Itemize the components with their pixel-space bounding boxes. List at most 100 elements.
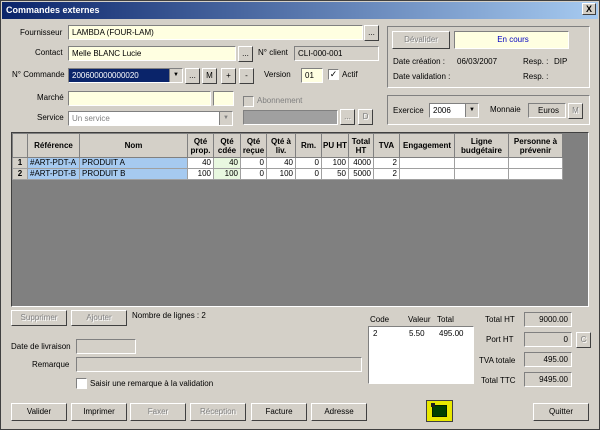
cell-qte-cdee[interactable]: 100 — [213, 168, 241, 180]
port-ht-c-button[interactable]: C — [576, 332, 591, 348]
grid-header-engagement[interactable]: Engagement — [399, 133, 455, 158]
remarque-field[interactable] — [76, 357, 362, 372]
cell-engagement[interactable] — [399, 168, 455, 180]
resp-label: Resp. : — [523, 57, 549, 66]
grid-header-personne[interactable]: Personne à prévenir — [508, 133, 563, 158]
supprimer-button[interactable]: Supprimer — [11, 310, 67, 326]
monnaie-m-button[interactable]: M — [568, 103, 583, 119]
cell-rm[interactable]: 0 — [295, 168, 322, 180]
cell-ligne-budgetaire[interactable] — [454, 168, 509, 180]
grid-header-reference[interactable]: Référence — [27, 133, 80, 158]
cell-qte-cdee[interactable]: 40 — [213, 157, 241, 169]
cell-nom[interactable]: PRODUIT A — [79, 157, 188, 169]
nclient-label: N° client — [258, 48, 288, 57]
creation-value: 06/03/2007 — [457, 57, 498, 66]
valider-button[interactable]: Valider — [11, 403, 67, 421]
order-lines-table: Référence Nom Qté prop. Qté cdée Qté reç… — [12, 133, 563, 180]
adresse-button[interactable]: Adresse — [311, 403, 367, 421]
close-button[interactable]: X — [582, 3, 596, 15]
imprimer-button[interactable]: Imprimer — [71, 403, 127, 421]
monnaie-label: Monnaie — [490, 105, 521, 114]
cell-nom[interactable]: PRODUIT B — [79, 168, 188, 180]
grid-header-ligne-budgetaire[interactable]: Ligne budgétaire — [454, 133, 509, 158]
marche-code-field[interactable] — [213, 91, 234, 106]
cell-reference[interactable]: #ART-PDT-B — [27, 168, 80, 180]
vat-list[interactable]: 2 5.50 495.00 — [368, 326, 474, 384]
fournisseur-label: Fournisseur — [20, 28, 63, 37]
contact-lookup-button[interactable]: ... — [238, 46, 253, 62]
cell-ligne-budgetaire[interactable] — [454, 157, 509, 169]
grid-header-nom[interactable]: Nom — [79, 133, 188, 158]
ajouter-button[interactable]: Ajouter — [71, 310, 127, 326]
fournisseur-field[interactable]: LAMBDA (FOUR-LAM) — [68, 25, 363, 40]
cell-qte-recue[interactable]: 0 — [240, 157, 267, 169]
row-number: 1 — [12, 157, 28, 169]
exercice-label: Exercice — [393, 106, 424, 115]
ncommande-add-button[interactable]: + — [221, 68, 236, 84]
cell-qte-prop[interactable]: 100 — [187, 168, 214, 180]
vat-header-total: Total — [437, 315, 454, 324]
cell-qte-aliv[interactable]: 100 — [266, 168, 296, 180]
marche-field[interactable] — [68, 91, 211, 106]
chevron-down-icon[interactable]: ▼ — [465, 104, 478, 117]
ncommande-m-button[interactable]: M — [202, 68, 217, 84]
grid-header-total-ht[interactable]: Total HT — [348, 133, 374, 158]
grid-header-qte-aliv[interactable]: Qté à liv. — [266, 133, 296, 158]
fournisseur-lookup-button[interactable]: ... — [364, 25, 379, 41]
cell-rm[interactable]: 0 — [295, 157, 322, 169]
chevron-down-icon[interactable]: ▼ — [219, 112, 232, 125]
row-number: 2 — [12, 168, 28, 180]
grid-header-rm[interactable]: Rm. — [295, 133, 322, 158]
abonnement-lookup-button[interactable]: ... — [340, 109, 355, 125]
faxer-button[interactable]: Faxer — [130, 403, 186, 421]
memo-icon[interactable] — [426, 400, 453, 422]
chevron-down-icon[interactable]: ▼ — [169, 69, 182, 82]
abonnement-d-button[interactable]: D — [358, 109, 373, 125]
version-field[interactable]: 01 — [301, 68, 323, 83]
date-livraison-field[interactable] — [76, 339, 136, 354]
grid-header-pu-ht[interactable]: PU HT — [321, 133, 349, 158]
facture-button[interactable]: Facture — [251, 403, 307, 421]
devalider-button[interactable]: Dévalider — [392, 31, 450, 49]
ncommande-select[interactable]: 200600000000020 ▼ — [68, 68, 183, 83]
service-select[interactable]: Un service ▼ — [68, 111, 233, 126]
exercice-select[interactable]: 2006 ▼ — [429, 103, 479, 118]
cell-personne[interactable] — [508, 157, 563, 169]
ncommande-lookup-button[interactable]: ... — [185, 68, 200, 84]
status-badge: En cours — [454, 31, 569, 49]
cell-qte-aliv[interactable]: 40 — [266, 157, 296, 169]
port-ht-value[interactable]: 0 — [524, 332, 572, 347]
ncommande-remove-button[interactable]: - — [239, 68, 254, 84]
cell-pu-ht[interactable]: 100 — [321, 157, 349, 169]
grid-header-tva[interactable]: TVA — [373, 133, 400, 158]
cell-total-ht[interactable]: 5000 — [348, 168, 374, 180]
vat-header-code: Code — [370, 315, 390, 324]
cell-total-ht[interactable]: 4000 — [348, 157, 374, 169]
cell-reference[interactable]: #ART-PDT-A — [27, 157, 80, 169]
cell-pu-ht[interactable]: 50 — [321, 168, 349, 180]
order-lines-grid[interactable]: Référence Nom Qté prop. Qté cdée Qté reç… — [11, 132, 589, 307]
table-row[interactable]: 2 #ART-PDT-B PRODUIT B 100 100 0 100 0 5… — [12, 168, 563, 180]
cell-engagement[interactable] — [399, 157, 455, 169]
reception-button[interactable]: Réception — [190, 403, 246, 421]
quitter-button[interactable]: Quitter — [533, 403, 589, 421]
abonnement-checkbox[interactable] — [243, 96, 254, 107]
vat-total: 495.00 — [439, 329, 464, 338]
remarque-label: Remarque — [32, 360, 70, 369]
cell-tva[interactable]: 2 — [373, 157, 400, 169]
cell-qte-recue[interactable]: 0 — [240, 168, 267, 180]
saisir-remarque-checkbox[interactable] — [76, 378, 87, 389]
contact-field[interactable]: Melle BLANC Lucie — [68, 46, 236, 61]
grid-header-qte-prop[interactable]: Qté prop. — [187, 133, 214, 158]
grid-header-rownum — [12, 133, 28, 158]
grid-header-qte-recue[interactable]: Qté reçue — [240, 133, 267, 158]
cell-qte-prop[interactable]: 40 — [187, 157, 214, 169]
actif-checkbox[interactable]: ✓ — [328, 69, 339, 80]
table-row[interactable]: 1 #ART-PDT-A PRODUIT A 40 40 0 40 0 100 … — [12, 157, 563, 169]
tva-totale-label: TVA totale — [479, 356, 516, 365]
total-ttc-value: 9495.00 — [524, 372, 572, 387]
cell-personne[interactable] — [508, 168, 563, 180]
cell-tva[interactable]: 2 — [373, 168, 400, 180]
grid-header-qte-cdee[interactable]: Qté cdée — [213, 133, 241, 158]
port-ht-label: Port HT — [486, 335, 514, 344]
